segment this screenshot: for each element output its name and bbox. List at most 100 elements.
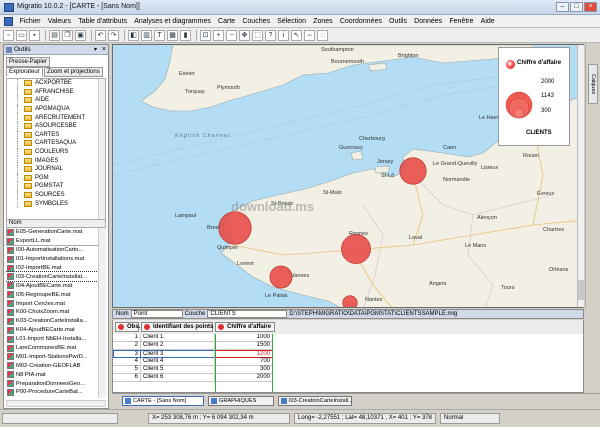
file-item[interactable]: N8 PIA.mat bbox=[6, 370, 106, 379]
folder-item[interactable]: JOURNAL bbox=[7, 164, 105, 174]
menu-aide[interactable]: Aide bbox=[477, 18, 498, 25]
minimize-button[interactable]: – bbox=[556, 2, 569, 12]
menu-outils[interactable]: Outils bbox=[385, 18, 410, 25]
folder-item[interactable]: AIDE bbox=[7, 96, 105, 105]
tab-explorateur[interactable]: Explorateur bbox=[6, 67, 43, 77]
files-column-header[interactable]: Nom bbox=[6, 219, 106, 228]
file-item[interactable]: I01-ImportInstallations.mat bbox=[6, 255, 106, 264]
document-icon[interactable] bbox=[4, 16, 13, 26]
menu-table-attributs[interactable]: Table d'attributs bbox=[75, 18, 131, 25]
table-icon[interactable]: ▦ bbox=[167, 29, 178, 41]
pan-icon[interactable]: ✥ bbox=[239, 29, 250, 41]
open-icon[interactable]: ▭ bbox=[16, 29, 27, 41]
text-icon[interactable]: T bbox=[154, 29, 165, 41]
menu-donnees[interactable]: Données bbox=[411, 18, 446, 25]
file-item[interactable]: E05-GenerationCarte.mat bbox=[6, 228, 106, 237]
client-bubble[interactable] bbox=[342, 295, 358, 308]
file-item[interactable]: Import Cercles.mat bbox=[6, 299, 106, 308]
file-item[interactable]: K03-CreationCarteInstalla... bbox=[6, 317, 106, 326]
lasso-icon[interactable]: ◌ bbox=[317, 29, 328, 41]
client-bubble[interactable] bbox=[399, 157, 427, 185]
column-identifiant[interactable]: Identifiant des points bbox=[141, 322, 213, 332]
new-file-icon[interactable]: ▫ bbox=[3, 29, 14, 41]
file-item[interactable]: M02-Creation-GEOFLAB bbox=[6, 361, 106, 370]
zoom-window-icon[interactable]: ⊡ bbox=[200, 29, 211, 41]
menu-couches[interactable]: Couches bbox=[239, 18, 274, 25]
file-item[interactable]: I00-AutomatisationCarto... bbox=[6, 246, 106, 255]
column-obs[interactable]: Obs. bbox=[115, 322, 140, 332]
folder-item[interactable]: APGMAQUA bbox=[7, 104, 105, 114]
file-item[interactable]: PreparationDonneesGeo... bbox=[6, 379, 106, 388]
zoom-in-icon[interactable]: + bbox=[213, 29, 224, 41]
id-cell[interactable]: Client 4 bbox=[141, 358, 215, 366]
zoom-out-icon[interactable]: − bbox=[226, 29, 237, 41]
map-vertical-scrollbar[interactable] bbox=[577, 45, 584, 307]
layout-icon[interactable]: ▥ bbox=[141, 29, 152, 41]
select-icon[interactable]: ⬚ bbox=[252, 29, 263, 41]
tab-presse-papier[interactable]: Presse-Papier bbox=[6, 57, 51, 67]
file-item[interactable]: M01-Import-StationsPwrD... bbox=[6, 352, 106, 361]
folder-item[interactable]: COULEURS bbox=[7, 147, 105, 157]
menu-valeurs[interactable]: Valeurs bbox=[44, 18, 74, 25]
chart-icon[interactable]: ▮ bbox=[180, 29, 191, 41]
file-item[interactable]: I02-ImportBE.mat bbox=[6, 264, 106, 273]
doc-tab-script[interactable]: I03-CreationCarteInstall... bbox=[278, 396, 353, 406]
file-item[interactable]: I05-RegroupeBE.mat bbox=[6, 290, 106, 299]
doc-tab-graphiques[interactable]: GRAPHIQUES bbox=[208, 396, 274, 406]
info-icon[interactable]: i bbox=[278, 29, 289, 41]
file-item[interactable]: K00-ChoixZoom.mat bbox=[6, 308, 106, 317]
measure-icon[interactable]: ⇔ bbox=[304, 29, 315, 41]
copy-icon[interactable]: ❐ bbox=[62, 29, 73, 41]
client-bubble[interactable] bbox=[341, 234, 371, 264]
id-cell[interactable]: Client 6 bbox=[141, 374, 215, 382]
folder-item[interactable]: ARECRUTEMENT bbox=[7, 113, 105, 122]
folder-item[interactable]: PGMSTAT bbox=[7, 182, 105, 191]
panel-horizontal-scrollbar[interactable] bbox=[6, 400, 106, 407]
file-list-scrollbar[interactable] bbox=[98, 228, 106, 398]
folder-item[interactable]: SOURCES bbox=[7, 190, 105, 200]
menu-selection[interactable]: Sélection bbox=[274, 18, 310, 25]
couche-select[interactable]: CLIENTS bbox=[207, 310, 288, 318]
file-item[interactable]: K04-AjoutBECarte.mat bbox=[6, 326, 106, 335]
layers-icon[interactable]: ◧ bbox=[128, 29, 139, 41]
folder-item[interactable]: CARTESAQUA bbox=[7, 139, 105, 148]
id-cell[interactable]: Client 3 bbox=[141, 350, 215, 358]
file-item-selected[interactable]: I03-CreationCarteInstallat... bbox=[6, 271, 106, 283]
file-item[interactable]: I04-AjoutBECarte.mat bbox=[6, 281, 106, 290]
attribute-table[interactable]: 1 Client 1 1000 2 Client 2 1500 3 Client… bbox=[112, 334, 584, 393]
folder-item[interactable]: ASOURCESBE bbox=[7, 121, 105, 131]
save-icon[interactable]: ▪ bbox=[29, 29, 40, 41]
folder-item[interactable]: SYMBOLES bbox=[7, 199, 105, 208]
id-cell[interactable]: Client 1 bbox=[141, 334, 215, 342]
map-legend[interactable]: Chiffre d'affaire 2000 1143 300 CLIENTS bbox=[498, 47, 570, 146]
nom-select[interactable]: Point bbox=[130, 310, 183, 318]
menu-analyses[interactable]: Analyses et diagrammes bbox=[131, 18, 215, 25]
close-panel-icon[interactable]: × bbox=[102, 45, 106, 55]
tab-zoom-projections[interactable]: Zoom et projections bbox=[44, 67, 103, 77]
file-item[interactable]: L01-Import NbEH-Installa... bbox=[6, 335, 106, 344]
menu-fichier[interactable]: Fichier bbox=[16, 18, 44, 25]
column-chiffre-affaire[interactable]: Chiffre d'affaire bbox=[215, 322, 275, 332]
file-item[interactable]: P00-ProcedureCarteBat... bbox=[6, 388, 106, 397]
folder-item[interactable]: AFRANCHISE bbox=[7, 87, 105, 97]
redo-icon[interactable]: ↷ bbox=[108, 29, 119, 41]
folder-item[interactable]: CARTES bbox=[7, 130, 105, 140]
doc-tab-carte[interactable]: CARTE - [Sans Nom] bbox=[122, 396, 204, 406]
menu-carte[interactable]: Carte bbox=[214, 18, 238, 25]
menu-coordonnees[interactable]: Coordonnées bbox=[336, 18, 385, 25]
id-cell[interactable]: Client 2 bbox=[141, 342, 215, 350]
folder-item[interactable]: ACXPORTBE bbox=[7, 79, 105, 88]
menu-zones[interactable]: Zones bbox=[310, 18, 337, 25]
id-cell[interactable]: Client 5 bbox=[141, 366, 215, 374]
folder-item[interactable]: PGM bbox=[7, 173, 105, 183]
file-item[interactable]: LareCommunesBE.mat bbox=[6, 344, 106, 353]
folder-item[interactable]: IMAGES bbox=[7, 156, 105, 165]
scroll-thumb[interactable] bbox=[578, 280, 584, 300]
menu-fenetre[interactable]: Fenêtre bbox=[446, 18, 477, 25]
undo-icon[interactable]: ↶ bbox=[95, 29, 106, 41]
query-icon[interactable]: ? bbox=[265, 29, 276, 41]
close-button[interactable]: × bbox=[584, 2, 597, 12]
file-item[interactable]: ExportLL.mat bbox=[6, 237, 106, 246]
side-tab-calques[interactable]: Calques bbox=[588, 64, 598, 104]
client-bubble[interactable] bbox=[218, 211, 252, 245]
